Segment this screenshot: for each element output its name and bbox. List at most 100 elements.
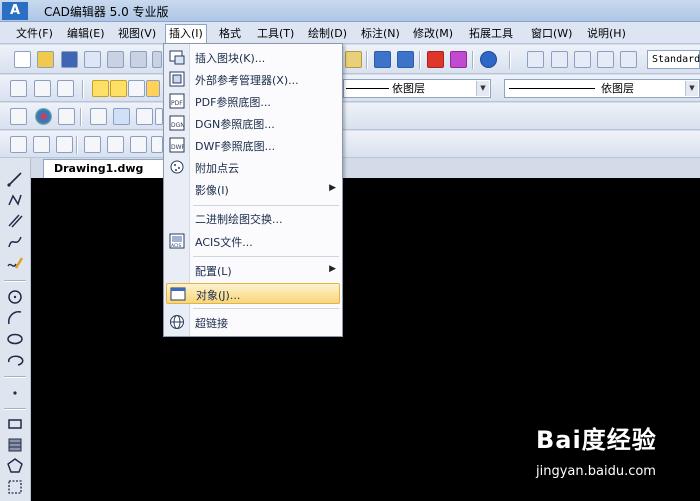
chevron-down-icon[interactable]: ▼: [685, 81, 698, 96]
save-as-icon[interactable]: [84, 51, 101, 68]
save-icon[interactable]: [61, 51, 78, 68]
menu-edit[interactable]: 编辑(E): [64, 25, 108, 42]
menu-item-pdf-underlay[interactable]: PDF PDF参照底图...: [164, 91, 342, 112]
menu-item-dgn-underlay[interactable]: DGN DGN参照底图...: [164, 113, 342, 134]
menu-view[interactable]: 视图(V): [115, 25, 159, 42]
help-icon[interactable]: [480, 51, 497, 68]
menu-file[interactable]: 文件(F): [13, 25, 56, 42]
layer-previous-icon[interactable]: [34, 80, 51, 97]
polygon-tool-icon[interactable]: [6, 457, 24, 475]
linetype-select[interactable]: 依图层 ▼: [343, 79, 491, 98]
visibility-eye-icon[interactable]: [151, 136, 163, 153]
match-properties-icon[interactable]: [345, 51, 362, 68]
menu-item-ole-object[interactable]: 对象(J)...: [166, 283, 340, 304]
standard-toolbar: Standard: [0, 45, 700, 74]
region-tool-icon[interactable]: [6, 478, 24, 496]
leader-icon[interactable]: [130, 136, 147, 153]
menu-item-configuration[interactable]: 配置(L) ▶: [164, 260, 342, 281]
layer-color-icon[interactable]: [128, 80, 145, 97]
acis-file-icon: ACIS: [169, 233, 185, 249]
delete-icon[interactable]: [427, 51, 444, 68]
dwf-underlay-icon: DWF: [169, 137, 186, 153]
layer-properties-icon[interactable]: [10, 108, 27, 125]
aligned-dimension-icon[interactable]: [56, 136, 73, 153]
sketch-tool-icon[interactable]: [6, 255, 24, 273]
make-current-layer-icon[interactable]: [57, 80, 74, 97]
circle-tool-icon[interactable]: [6, 288, 24, 306]
menu-item-binary-exchange[interactable]: 二进制绘图交换...: [164, 208, 342, 229]
undo-icon[interactable]: [374, 51, 391, 68]
ellipse-arc-tool-icon[interactable]: [6, 351, 24, 369]
layer-lock-icon[interactable]: [146, 80, 160, 97]
text-annotation-icon[interactable]: [84, 136, 101, 153]
ellipse-tool-icon[interactable]: [6, 330, 24, 348]
color-wheel-icon[interactable]: [35, 108, 52, 125]
edit-text-icon[interactable]: [574, 51, 591, 68]
menu-window[interactable]: 窗口(W): [528, 25, 575, 42]
image-icon[interactable]: [136, 108, 153, 125]
linetype-sample: [346, 88, 389, 89]
linear-dimension-icon[interactable]: [33, 136, 50, 153]
menu-item-attach-point-cloud[interactable]: 附加点云: [164, 157, 342, 178]
linetype-value: 依图层: [392, 82, 425, 95]
text-color-icon[interactable]: [113, 108, 130, 125]
menu-tools[interactable]: 工具(T): [254, 25, 297, 42]
redo-icon[interactable]: [397, 51, 414, 68]
find-text-icon[interactable]: [597, 51, 614, 68]
toolbar-separator: [419, 51, 421, 69]
point-tool-icon[interactable]: [6, 384, 24, 402]
menu-dimension[interactable]: 标注(N): [358, 25, 403, 42]
plot-icon[interactable]: [152, 51, 162, 68]
submenu-arrow-icon: ▶: [329, 183, 336, 193]
tab-label: Drawing1.dwg: [54, 162, 144, 175]
menu-item-insert-block[interactable]: 插入图块(K)...: [164, 47, 342, 68]
lineweight-sample: [509, 88, 595, 89]
menu-format[interactable]: 格式: [216, 25, 244, 42]
menu-item-dwf-underlay[interactable]: DWF DWF参照底图...: [164, 135, 342, 156]
dimstyle-icon[interactable]: [10, 136, 27, 153]
menu-item-acis-file[interactable]: ACIS ACIS文件...: [164, 231, 342, 252]
more-icon[interactable]: [155, 108, 163, 125]
text-style-icon[interactable]: [527, 51, 544, 68]
toolbar-separator: [76, 136, 78, 154]
layer-thaw-sun-icon[interactable]: [110, 80, 127, 97]
lineweight-select[interactable]: 依图层 ▼: [504, 79, 700, 98]
menu-extend-tools[interactable]: 拓展工具: [466, 25, 516, 42]
layer-manager-icon[interactable]: [10, 80, 27, 97]
menu-insert[interactable]: 插入(I): [165, 24, 207, 44]
multiline-tool-icon[interactable]: [6, 212, 24, 230]
polyline-tool-icon[interactable]: [6, 191, 24, 209]
menu-item-hyperlink[interactable]: 超链接: [164, 312, 342, 333]
purge-icon[interactable]: [450, 51, 467, 68]
edit-annotation-icon[interactable]: [107, 136, 124, 153]
block-define-icon[interactable]: [90, 108, 107, 125]
print-preview-icon[interactable]: [130, 51, 147, 68]
app-logo-icon: A: [2, 2, 28, 20]
layer-on-bulb-icon[interactable]: [92, 80, 109, 97]
spell-check-icon[interactable]: [620, 51, 637, 68]
menu-modify[interactable]: 修改(M): [410, 25, 456, 42]
arc-tool-icon[interactable]: [6, 309, 24, 327]
new-file-icon[interactable]: [14, 51, 31, 68]
linetype-manager-icon[interactable]: [58, 108, 75, 125]
multiline-text-icon[interactable]: [551, 51, 568, 68]
svg-text:ACIS: ACIS: [171, 243, 181, 249]
menu-item-xref-manager[interactable]: 外部参考管理器(X)...: [164, 69, 342, 90]
chevron-down-icon[interactable]: ▼: [476, 81, 489, 96]
text-style-select[interactable]: Standard: [647, 50, 700, 69]
title-bar: A CAD编辑器 5.0 专业版: [0, 0, 700, 22]
toolbar-separator: [4, 408, 26, 410]
open-file-icon[interactable]: [37, 51, 54, 68]
hatch-tool-icon[interactable]: [6, 436, 24, 454]
menu-help[interactable]: 说明(H): [584, 25, 629, 42]
line-tool-icon[interactable]: [6, 170, 24, 188]
document-tab-strip: Drawing1.dwg ×: [31, 158, 700, 178]
rectangle-tool-icon[interactable]: [6, 415, 24, 433]
menu-item-image[interactable]: 影像(I) ▶: [164, 179, 342, 200]
menu-draw[interactable]: 绘制(D): [305, 25, 350, 42]
spline-tool-icon[interactable]: [6, 233, 24, 251]
print-icon[interactable]: [107, 51, 124, 68]
properties-toolbar: [0, 103, 700, 130]
ole-object-icon: [170, 286, 186, 302]
tab-drawing1[interactable]: Drawing1.dwg ×: [43, 159, 183, 178]
